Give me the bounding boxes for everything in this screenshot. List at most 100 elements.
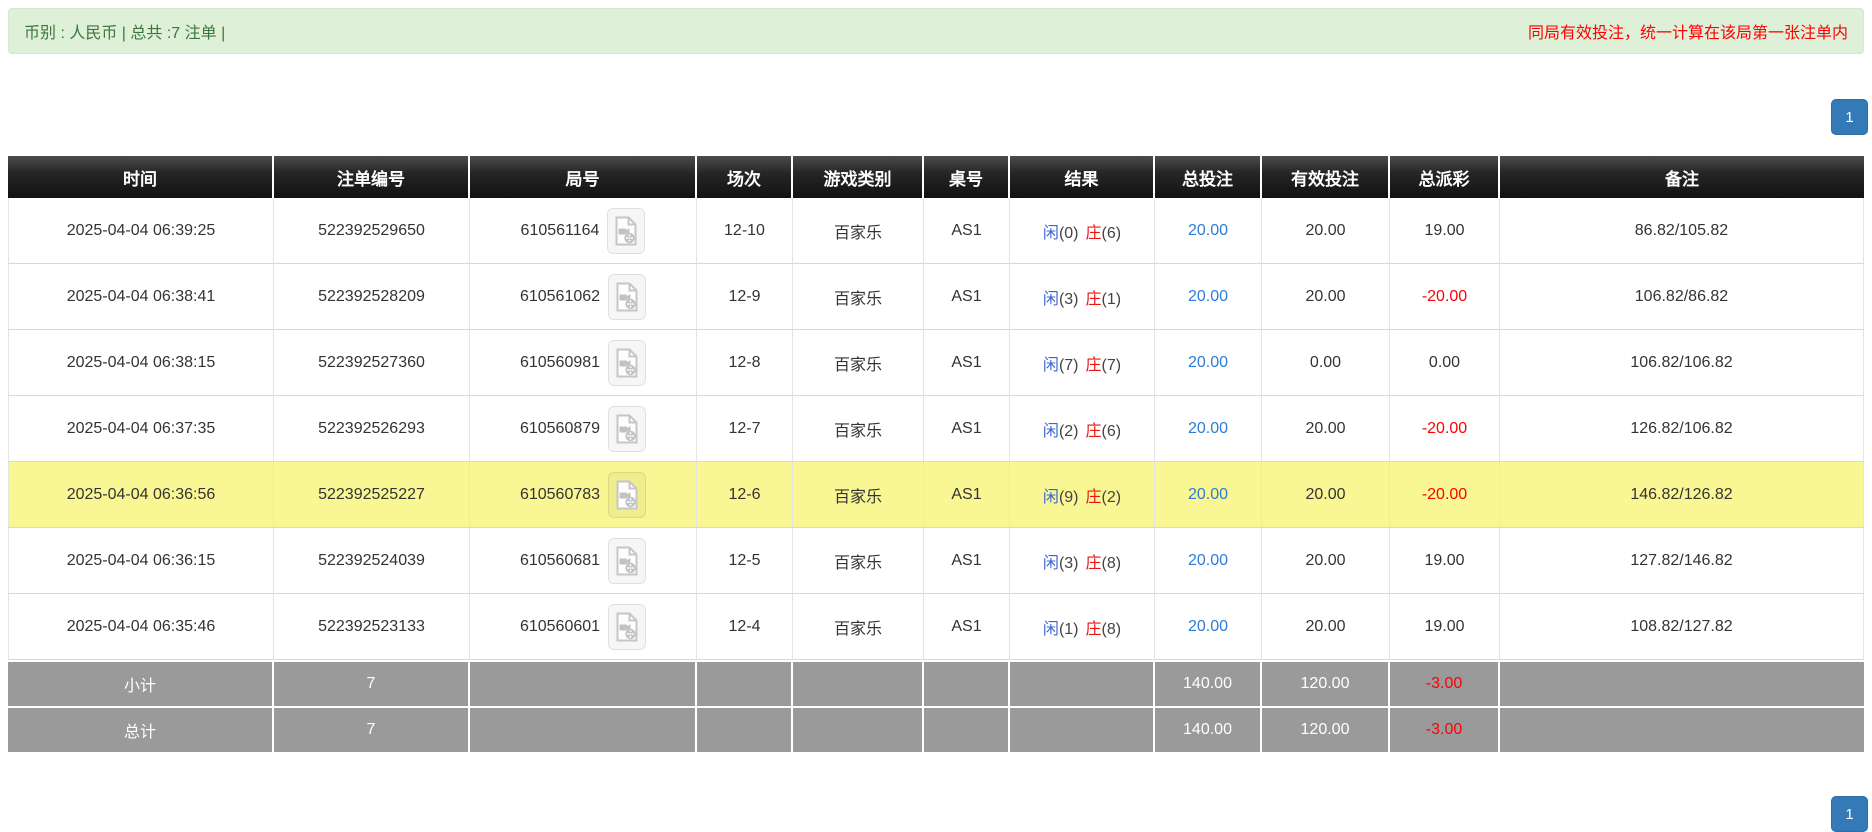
currency-summary-text: 币别 : 人民币 | 总共 :7 注单 |	[24, 25, 226, 42]
time-cell: 2025-04-04 06:38:15	[8, 330, 274, 396]
remark-cell: 146.82/126.82	[1500, 462, 1864, 528]
col-payout: 总派彩	[1390, 156, 1500, 198]
payout-cell: -20.00	[1390, 264, 1500, 330]
round-number: 610560879	[519, 419, 601, 437]
total-bet-link[interactable]: 20.00	[1188, 486, 1228, 503]
payout-cell: -20.00	[1390, 462, 1500, 528]
session-cell: 12-5	[697, 528, 793, 594]
valid-bet-cell: 20.00	[1262, 198, 1390, 264]
player-result-score: (3)	[1058, 290, 1079, 308]
player-result-label: 闲	[1042, 488, 1059, 506]
total-label: 总计	[8, 706, 274, 752]
round-number: 610560681	[519, 551, 601, 569]
player-result-score: (3)	[1058, 554, 1079, 572]
table-no-cell: AS1	[924, 198, 1010, 264]
result-cell: 闲(3) 庄(8)	[1010, 528, 1155, 594]
total-bet-link[interactable]: 20.00	[1188, 354, 1228, 371]
session-cell: 12-6	[697, 462, 793, 528]
video-replay-button[interactable]	[608, 339, 647, 386]
round-number: 610560601	[519, 617, 601, 635]
video-replay-button[interactable]	[608, 471, 647, 518]
video-replay-button[interactable]	[608, 537, 647, 584]
video-replay-button[interactable]	[607, 207, 646, 254]
valid-bet-cell: 20.00	[1262, 462, 1390, 528]
video-file-icon	[616, 348, 638, 377]
player-result-score: (7)	[1058, 356, 1079, 374]
table-row[interactable]: 2025-04-04 06:36:15 522392524039 6105606…	[8, 528, 1864, 594]
banker-result-label: 庄	[1085, 620, 1102, 638]
banker-result-label: 庄	[1085, 488, 1102, 506]
game-type-cell: 百家乐	[793, 330, 924, 396]
banker-result-label: 庄	[1085, 422, 1102, 440]
payout-cell: 19.00	[1390, 198, 1500, 264]
round-cell: 610561062	[470, 264, 697, 330]
round-cell: 610560601	[470, 594, 697, 660]
col-round-no: 局号	[470, 156, 697, 198]
player-result-label: 闲	[1042, 290, 1059, 308]
time-cell: 2025-04-04 06:38:41	[8, 264, 274, 330]
player-result-score: (0)	[1058, 224, 1079, 242]
pagination-top: 1	[0, 99, 1868, 135]
subtotal-label: 小计	[8, 660, 274, 706]
round-cell: 610560783	[470, 462, 697, 528]
result-cell: 闲(2) 庄(6)	[1010, 396, 1155, 462]
result-cell: 闲(7) 庄(7)	[1010, 330, 1155, 396]
session-cell: 12-9	[697, 264, 793, 330]
bet-id-cell: 522392529650	[274, 198, 470, 264]
banker-result-score: (8)	[1101, 554, 1122, 572]
player-result-label: 闲	[1042, 422, 1059, 440]
video-replay-button[interactable]	[608, 405, 647, 452]
total-valid-bet: 120.00	[1262, 706, 1390, 752]
remark-cell: 126.82/106.82	[1500, 396, 1864, 462]
video-file-icon	[616, 414, 638, 443]
banker-result-label: 庄	[1085, 290, 1102, 308]
subtotal-valid-bet: 120.00	[1262, 660, 1390, 706]
subtotal-payout: -3.00	[1390, 660, 1500, 706]
col-time: 时间	[8, 156, 274, 198]
session-cell: 12-7	[697, 396, 793, 462]
banker-result-label: 庄	[1085, 224, 1102, 242]
col-remark: 备注	[1500, 156, 1864, 198]
total-bet-link[interactable]: 20.00	[1188, 288, 1228, 305]
col-session: 场次	[697, 156, 793, 198]
page-1-button[interactable]: 1	[1831, 99, 1868, 135]
pagination-bottom: 1	[1831, 796, 1868, 832]
banker-result-label: 庄	[1085, 356, 1102, 374]
round-number: 610560981	[519, 353, 601, 371]
table-row[interactable]: 2025-04-04 06:37:35 522392526293 6105608…	[8, 396, 1864, 462]
total-bet-cell: 20.00	[1155, 198, 1262, 264]
table-row[interactable]: 2025-04-04 06:38:41 522392528209 6105610…	[8, 264, 1864, 330]
total-bet-link[interactable]: 20.00	[1188, 618, 1228, 635]
player-result-score: (9)	[1058, 488, 1079, 506]
total-bet-link[interactable]: 20.00	[1188, 420, 1228, 437]
remark-cell: 127.82/146.82	[1500, 528, 1864, 594]
bet-id-cell: 522392527360	[274, 330, 470, 396]
time-cell: 2025-04-04 06:39:25	[8, 198, 274, 264]
table-row[interactable]: 2025-04-04 06:38:15 522392527360 6105609…	[8, 330, 1864, 396]
video-replay-button[interactable]	[608, 273, 647, 320]
col-total-bet: 总投注	[1155, 156, 1262, 198]
notice-text: 同局有效投注，统一计算在该局第一张注单内	[1527, 25, 1848, 42]
banker-result-score: (2)	[1101, 488, 1122, 506]
total-bet-cell: 20.00	[1155, 462, 1262, 528]
table-no-cell: AS1	[924, 396, 1010, 462]
col-bet-id: 注单编号	[274, 156, 470, 198]
bet-id-cell: 522392526293	[274, 396, 470, 462]
total-total-bet: 140.00	[1155, 706, 1262, 752]
table-row[interactable]: 2025-04-04 06:36:56 522392525227 6105607…	[8, 462, 1864, 528]
total-bet-cell: 20.00	[1155, 528, 1262, 594]
video-replay-button[interactable]	[608, 603, 647, 650]
subtotal-total-bet: 140.00	[1155, 660, 1262, 706]
bet-id-cell: 522392523133	[274, 594, 470, 660]
bet-records-table: 时间 注单编号 局号 场次 游戏类别 桌号 结果 总投注 有效投注 总派彩 备注…	[8, 156, 1864, 752]
round-cell: 610560879	[470, 396, 697, 462]
total-row: 总计 7 140.00 120.00 -3.00	[8, 706, 1864, 752]
total-bet-link[interactable]: 20.00	[1188, 552, 1228, 569]
table-row[interactable]: 2025-04-04 06:35:46 522392523133 6105606…	[8, 594, 1864, 660]
total-bet-cell: 20.00	[1155, 264, 1262, 330]
table-row[interactable]: 2025-04-04 06:39:25 522392529650 6105611…	[8, 198, 1864, 264]
page-1-button-bottom[interactable]: 1	[1831, 796, 1868, 832]
valid-bet-cell: 20.00	[1262, 396, 1390, 462]
game-type-cell: 百家乐	[793, 462, 924, 528]
total-bet-link[interactable]: 20.00	[1188, 222, 1228, 239]
